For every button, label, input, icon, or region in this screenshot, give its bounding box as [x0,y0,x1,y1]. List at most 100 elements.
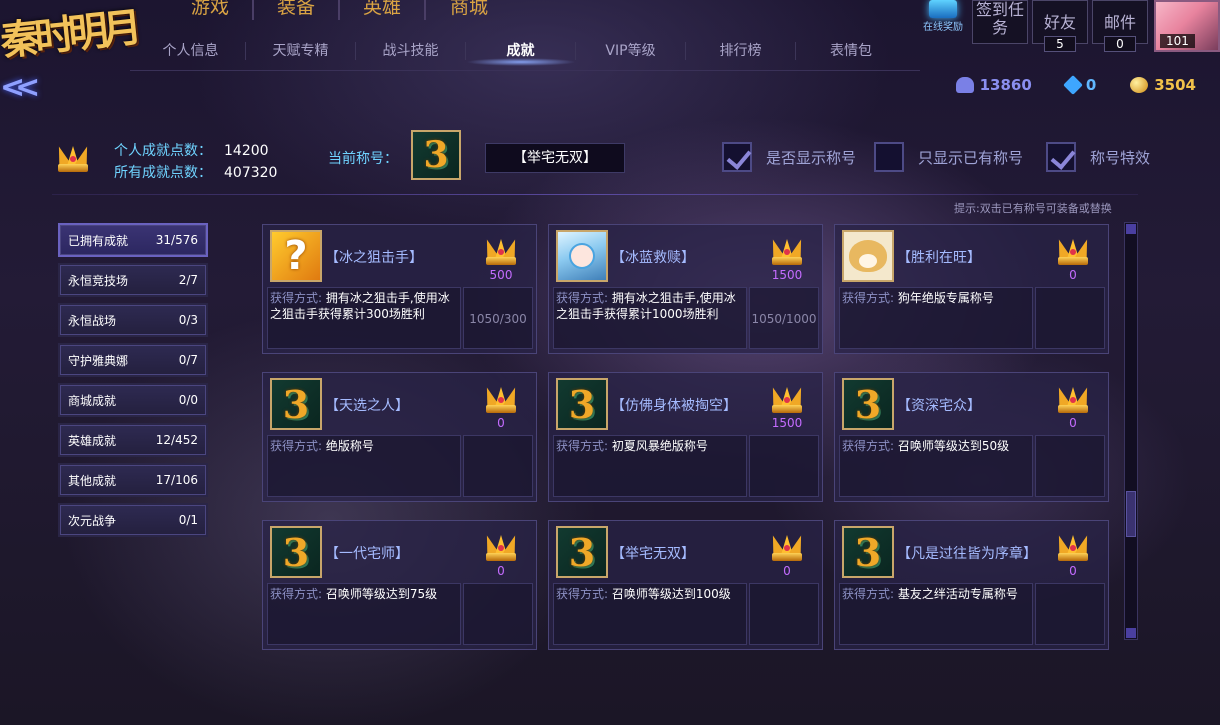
acquire-label: 获得方式: [270,587,323,601]
tab-combat-skills[interactable]: 战斗技能 [356,42,466,60]
acquire-desc: 召唤师等级达到50级 [897,439,1010,453]
title-badge-icon: 3 [556,526,608,578]
achievement-card[interactable]: 3 【天选之人】 0 获得方式: 绝版称号 [262,372,537,502]
game-logo: 秦时明月 [0,0,140,72]
tab-vip[interactable]: VIP等级 [576,42,686,60]
achievement-card[interactable]: 3 【一代宅师】 0 获得方式: 召唤师等级达到75级 [262,520,537,650]
total-points-value: 407320 [224,165,278,181]
title-effect-option[interactable]: 称号特效 [1046,142,1150,172]
main-nav: 游戏 装备 英雄 商城 [168,0,512,20]
reward-points: 1500 [771,268,803,282]
achievement-card[interactable]: 3 【仿佛身体被掏空】 1500 获得方式: 初夏风暴绝版称号 [548,372,823,502]
scrollbar[interactable] [1124,222,1138,640]
category-item[interactable]: 次元战争 0/1 [58,503,208,537]
acquire-method: 获得方式: 召唤师等级达到100级 [553,583,747,645]
progress [463,435,533,497]
tab-emoji[interactable]: 表情包 [796,42,906,60]
acquire-label: 获得方式: [270,439,323,453]
reward: 1500 [763,235,811,281]
friends-resource: 13860 [955,76,1032,94]
achievement-card[interactable]: 【胜利在旺】 0 获得方式: 狗年绝版专属称号 [834,224,1109,354]
achievement-card[interactable]: 3 【凡是过往皆为序章】 0 获得方式: 基友之绊活动专属称号 [834,520,1109,650]
main-nav-game[interactable]: 游戏 [168,0,254,20]
main-nav-equipment[interactable]: 装备 [254,0,340,20]
acquire-desc: 召唤师等级达到75级 [325,587,438,601]
friends-resource-value: 13860 [979,76,1032,94]
category-label: 英雄成就 [68,433,117,448]
category-item[interactable]: 守护雅典娜 0/7 [58,343,208,377]
gold-resource: 3504 [1130,76,1196,94]
category-item[interactable]: 英雄成就 12/452 [58,423,208,457]
achievement-name: 【一代宅师】 [325,546,409,562]
category-item[interactable]: 商城成就 0/0 [58,383,208,417]
category-label: 商城成就 [68,393,117,408]
personal-points-value: 14200 [224,143,269,159]
achievement-name: 【凡是过往皆为序章】 [897,546,1037,562]
tab-ranking[interactable]: 排行榜 [686,42,796,60]
crown-icon [767,531,807,561]
sign-in-tasks-button[interactable]: 签到任务 [972,0,1028,44]
reward: 0 [477,531,525,577]
back-arrow-icon[interactable]: << [0,73,46,104]
progress [749,435,819,497]
crown-icon [1053,531,1093,561]
category-item[interactable]: 已拥有成就 31/576 [58,223,208,257]
personal-points-label: 个人成就点数： [114,143,212,159]
acquire-desc: 绝版称号 [325,439,374,453]
show-title-option[interactable]: 是否显示称号 [722,142,856,172]
category-count: 12/452 [155,433,198,447]
acquire-label: 获得方式: [556,291,609,305]
achievement-card[interactable]: 3 【资深宅众】 0 获得方式: 召唤师等级达到50级 [834,372,1109,502]
reward: 0 [477,383,525,429]
main-nav-store[interactable]: 商城 [426,0,512,20]
achievement-name: 【举宅无双】 [611,546,695,562]
acquire-method: 获得方式: 狗年绝版专属称号 [839,287,1033,349]
reward-points: 0 [1069,416,1077,430]
category-count: 31/576 [155,233,198,247]
mail-count-badge: 0 [1104,36,1136,52]
title-badge-icon: 3 [270,378,322,430]
main-nav-heroes[interactable]: 英雄 [340,0,426,20]
achievement-card[interactable]: 【冰蓝救赎】 1500 获得方式: 拥有冰之狙击手,使用冰之狙击手获得累计100… [548,224,823,354]
category-label: 守护雅典娜 [68,353,129,368]
category-item[interactable]: 其他成就 17/106 [58,463,208,497]
category-count: 2/7 [178,273,198,287]
title-effect-label: 称号特效 [1090,148,1151,167]
current-title-value: 【举宅无双】 [485,143,625,173]
title-badge-icon: 3 [842,526,894,578]
show-title-checkbox[interactable] [722,142,752,172]
owned-only-checkbox[interactable] [874,142,904,172]
acquire-method: 获得方式: 拥有冰之狙击手,使用冰之狙击手获得累计300场胜利 [267,287,461,349]
acquire-label: 获得方式: [842,291,895,305]
category-item[interactable]: 永恒战场 0/3 [58,303,208,337]
online-reward-button[interactable]: 在线奖励 [916,0,970,33]
title-effect-checkbox[interactable] [1046,142,1076,172]
gem-icon [1062,75,1083,95]
achievement-name: 【胜利在旺】 [897,250,981,266]
owned-only-option[interactable]: 只显示已有称号 [874,142,1023,172]
category-item[interactable]: 永恒竞技场 2/7 [58,263,208,297]
acquire-method: 获得方式: 召唤师等级达到50级 [839,435,1033,497]
player-avatar[interactable]: 101 [1154,0,1220,52]
crown-icon [481,531,521,561]
achievement-name: 【冰蓝救赎】 [611,250,695,266]
resource-bar: 13860 0 3504 [955,75,1196,95]
scroll-thumb[interactable] [1126,491,1136,537]
category-count: 0/3 [178,313,198,327]
category-count: 0/1 [178,513,198,527]
progress [1035,583,1105,645]
tab-personal-info[interactable]: 个人信息 [136,42,246,60]
tab-talent[interactable]: 天赋专精 [246,42,356,60]
category-label: 永恒战场 [68,313,117,328]
category-label: 次元战争 [68,513,117,528]
active-tab-glow [466,58,576,66]
acquire-label: 获得方式: [842,587,895,601]
category-label: 已拥有成就 [68,233,129,248]
progress [463,583,533,645]
crown-icon [481,383,521,413]
achievement-card[interactable]: ? 【冰之狙击手】 500 获得方式: 拥有冰之狙击手,使用冰之狙击手获得累计3… [262,224,537,354]
scroll-up-arrow[interactable] [1126,224,1136,234]
scroll-down-arrow[interactable] [1126,628,1136,638]
achievement-card[interactable]: 3 【举宅无双】 0 获得方式: 召唤师等级达到100级 [548,520,823,650]
category-count: 17/106 [155,473,198,487]
